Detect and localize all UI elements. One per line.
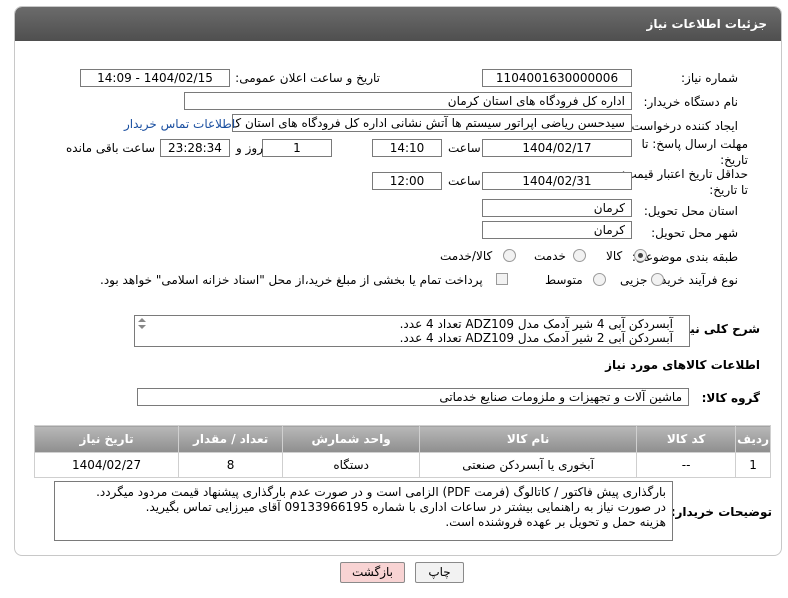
- reply-deadline-date-field[interactable]: 1404/02/17: [482, 139, 632, 157]
- back-button[interactable]: بازگشت: [340, 562, 405, 583]
- need-number-label: شماره نیاز:: [681, 71, 738, 85]
- purchase-medium-radio[interactable]: [593, 273, 606, 286]
- announce-datetime-label: تاریخ و ساعت اعلان عمومی:: [235, 71, 380, 85]
- goods-group-field[interactable]: ماشین آلات و تجهیزات و ملزومات صنایع خدم…: [137, 388, 689, 406]
- table-row[interactable]: 1 -- آبخوری یا آبسردکن صنعتی دستگاه 8 14…: [33, 452, 771, 478]
- treasury-bonds-checkbox[interactable]: [496, 273, 508, 285]
- purchase-type-label: نوع فرآیند خرید :: [653, 273, 738, 287]
- col-row: ردیف: [735, 425, 771, 453]
- purchase-minor-label: جزیی: [620, 273, 648, 287]
- buyer-notes-line: بارگذاری پیش فاکتور / کاتالوگ (فرمت PDF)…: [96, 485, 666, 499]
- description-textarea[interactable]: آبسردکن آبی 4 شیر آدمک مدل ADZ109 تعداد …: [134, 315, 690, 347]
- print-button[interactable]: چاپ: [415, 562, 464, 583]
- price-validity-label: حداقل تاریخ اعتبار قیمت: تا تاریخ:: [621, 167, 748, 197]
- category-service-radio[interactable]: [573, 249, 586, 262]
- category-goods-label: کالا: [606, 249, 623, 263]
- delivery-province-label: استان محل تحویل:: [643, 204, 738, 218]
- delivery-city-label: شهر محل تحویل:: [651, 226, 738, 240]
- buyer-org-field[interactable]: اداره کل فرودگاه های استان کرمان: [184, 92, 632, 110]
- cell-need-date: 1404/02/27: [33, 452, 180, 478]
- col-qty: تعداد / مقدار: [178, 425, 284, 453]
- category-goods-service-label: کالا/خدمت: [440, 249, 493, 263]
- requester-field[interactable]: سیدحسن ریاضی اپراتور سیستم ها آتش نشانی …: [232, 114, 632, 132]
- buyer-notes-label: توضیحات خریدار:: [670, 505, 772, 519]
- cell-row: 1: [735, 452, 771, 478]
- buyer-notes-line: هزینه حمل و تحویل بر عهده فروشنده است.: [445, 515, 666, 529]
- category-service-label: خدمت: [534, 249, 566, 263]
- cell-unit: دستگاه: [282, 452, 421, 478]
- requester-label: ایجاد کننده درخواست:: [627, 119, 738, 133]
- reply-deadline-time-field[interactable]: 14:10: [372, 139, 442, 157]
- buyer-org-label: نام دستگاه خریدار:: [643, 95, 739, 109]
- description-line: آبسردکن آبی 4 شیر آدمک مدل ADZ109 تعداد …: [399, 317, 673, 331]
- time-remaining-field[interactable]: 23:28:34: [160, 139, 230, 157]
- treasury-bonds-label: پرداخت تمام یا بخشی از مبلغ خرید،از محل …: [100, 273, 483, 287]
- category-goods-radio[interactable]: [634, 249, 647, 262]
- scroll-arrows-icon[interactable]: [137, 317, 147, 331]
- category-goods-service-radio[interactable]: [503, 249, 516, 262]
- price-validity-date-field[interactable]: 1404/02/31: [482, 172, 632, 190]
- title-bar: جزئیات اطلاعات نیاز: [15, 7, 781, 41]
- buyer-notes-line: در صورت نیاز به راهنمایی بیشتر در ساعات …: [145, 500, 666, 514]
- buyer-notes-textarea[interactable]: بارگذاری پیش فاکتور / کاتالوگ (فرمت PDF)…: [54, 481, 673, 541]
- goods-table: ردیف کد کالا نام کالا واحد شمارش تعداد /…: [33, 425, 771, 478]
- cell-qty: 8: [178, 452, 284, 478]
- days-remaining-field[interactable]: 1: [262, 139, 332, 157]
- price-validity-time-label: ساعت: [448, 174, 481, 188]
- buyer-contact-link[interactable]: اطلاعات تماس خریدار: [124, 117, 235, 131]
- goods-group-label: گروه کالا:: [701, 391, 760, 405]
- purchase-minor-radio[interactable]: [651, 273, 664, 286]
- purchase-medium-label: متوسط: [545, 273, 583, 287]
- need-number-field[interactable]: 1104001630000006: [482, 69, 632, 87]
- description-line: آبسردکن آبی 2 شیر آدمک مدل ADZ109 تعداد …: [399, 331, 673, 345]
- table-header-row: ردیف کد کالا نام کالا واحد شمارش تعداد /…: [33, 425, 771, 453]
- days-label: روز و: [236, 141, 263, 155]
- col-code: کد کالا: [636, 425, 737, 453]
- delivery-city-field[interactable]: کرمان: [482, 221, 632, 239]
- reply-deadline-time-label: ساعت: [448, 141, 481, 155]
- delivery-province-field[interactable]: کرمان: [482, 199, 632, 217]
- col-name: نام کالا: [419, 425, 638, 453]
- col-unit: واحد شمارش: [282, 425, 421, 453]
- col-need-date: تاریخ نیاز: [33, 425, 180, 453]
- page-title: جزئیات اطلاعات نیاز: [646, 17, 767, 31]
- cell-name: آبخوری یا آبسردکن صنعتی: [419, 452, 638, 478]
- category-label: طبقه بندی موضوعی:: [631, 250, 738, 264]
- announce-datetime-field[interactable]: 1404/02/15 - 14:09: [80, 69, 230, 87]
- price-validity-time-field[interactable]: 12:00: [372, 172, 442, 190]
- goods-section-title: اطلاعات کالاهای مورد نیاز: [605, 358, 760, 372]
- time-remaining-label: ساعت باقی مانده: [66, 141, 156, 155]
- cell-code: --: [636, 452, 737, 478]
- reply-deadline-label: مهلت ارسال پاسخ: تا تاریخ:: [641, 137, 748, 167]
